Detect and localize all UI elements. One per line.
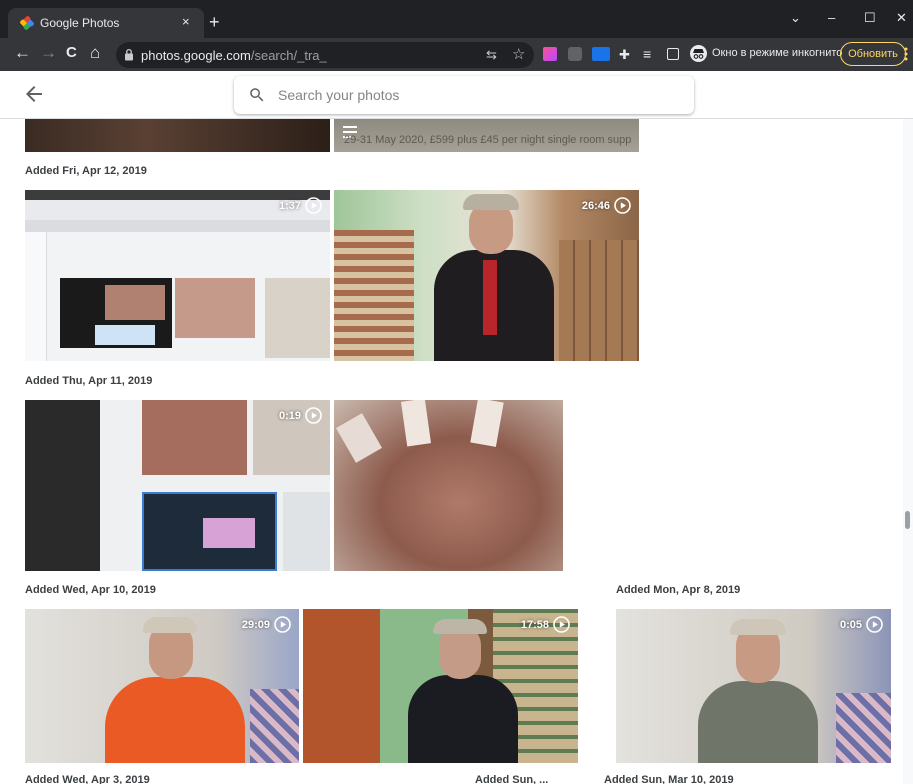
- video-duration: 0:19: [279, 407, 322, 424]
- play-icon: [553, 616, 570, 633]
- url-text: photos.google.com/search/_tra_: [141, 48, 327, 63]
- photo-thumbnail[interactable]: 29-31 May 2020, £599 plus £45 per night …: [334, 119, 639, 152]
- video-thumbnail[interactable]: 26:46: [334, 190, 639, 361]
- duration-text: 26:46: [581, 199, 610, 212]
- back-button[interactable]: ←: [14, 43, 31, 63]
- date-label: Added Thu, Apr 11, 2019: [25, 375, 153, 387]
- video-duration: 17:58: [521, 616, 570, 633]
- play-icon: [614, 197, 631, 214]
- date-label: Added Sun, Mar 10, 2019: [604, 774, 734, 784]
- tab-strip: Google Photos × + ⌄ – ☐ ✕: [0, 0, 913, 38]
- maximize-button[interactable]: ☐: [864, 10, 876, 26]
- video-thumbnail[interactable]: 0:19: [25, 400, 330, 571]
- bookmark-star-icon[interactable]: ☆: [512, 45, 525, 63]
- side-panel-icon[interactable]: [667, 48, 679, 60]
- duration-text: 0:19: [278, 409, 301, 422]
- photo-thumbnail[interactable]: [25, 119, 330, 152]
- update-button[interactable]: Обновить: [840, 42, 906, 66]
- close-window-button[interactable]: ✕: [896, 10, 907, 26]
- browser-toolbar: ← → C ⌂ photos.google.com/search/_tra_ ⇆…: [0, 38, 913, 71]
- reading-list-icon[interactable]: ≡: [643, 46, 651, 62]
- translate-icon[interactable]: ⇆: [486, 47, 497, 63]
- photo-thumbnail[interactable]: [334, 400, 563, 571]
- extensions-puzzle-icon[interactable]: ✚: [619, 47, 630, 63]
- duration-text: 0:05: [839, 618, 862, 631]
- app-header: [0, 71, 913, 119]
- duration-text: 1:37: [278, 199, 301, 212]
- tab-search-chevron-icon[interactable]: ⌄: [790, 10, 801, 26]
- date-label: Added Fri, Apr 12, 2019: [25, 165, 147, 177]
- browser-window: Google Photos × + ⌄ – ☐ ✕ ← → C ⌂ photos…: [0, 0, 913, 784]
- url-path: /search/_tra_: [250, 48, 327, 63]
- back-arrow-icon[interactable]: [22, 82, 46, 106]
- incognito-label: Окно в режиме инкогнито: [712, 47, 843, 59]
- address-bar[interactable]: photos.google.com/search/_tra_ ⇆ ☆: [116, 42, 534, 68]
- forward-button[interactable]: →: [40, 43, 57, 63]
- duration-text: 29:09: [241, 618, 270, 631]
- video-duration: 0:05: [840, 616, 883, 633]
- date-label: Added Sun, ...: [475, 774, 549, 784]
- minimize-button[interactable]: –: [828, 10, 835, 25]
- home-button[interactable]: ⌂: [90, 43, 100, 63]
- google-photos-icon: [20, 16, 34, 30]
- video-thumbnail[interactable]: 1:37: [25, 190, 330, 361]
- video-thumbnail[interactable]: 0:05: [616, 609, 891, 763]
- lock-icon: [125, 48, 133, 61]
- video-duration: 29:09: [242, 616, 291, 633]
- video-duration: 26:46: [582, 197, 631, 214]
- photos-page: 29-31 May 2020, £599 plus £45 per night …: [0, 71, 913, 784]
- reload-button[interactable]: C: [66, 43, 77, 63]
- camera-extension-icon[interactable]: [568, 47, 582, 61]
- date-label: Added Wed, Apr 3, 2019: [25, 774, 150, 784]
- extension-badge-icon[interactable]: [592, 47, 610, 61]
- tab-title: Google Photos: [40, 16, 120, 30]
- video-duration: 1:37: [279, 197, 322, 214]
- search-box[interactable]: [234, 76, 694, 114]
- search-input[interactable]: [278, 82, 678, 108]
- url-host: photos.google.com: [141, 48, 251, 63]
- video-thumbnail[interactable]: 29:09: [25, 609, 299, 763]
- date-label: Added Wed, Apr 10, 2019: [25, 584, 156, 596]
- date-label: Added Mon, Apr 8, 2019: [616, 584, 741, 596]
- scrollbar-track[interactable]: [903, 119, 913, 784]
- play-icon: [866, 616, 883, 633]
- new-tab-button[interactable]: +: [209, 13, 220, 31]
- play-icon: [305, 407, 322, 424]
- play-icon: [274, 616, 291, 633]
- play-icon: [305, 197, 322, 214]
- photo-caption: 29-31 May 2020, £599 plus £45 per night …: [344, 134, 632, 146]
- tab-close-icon[interactable]: ×: [182, 14, 190, 29]
- search-icon: [250, 88, 264, 102]
- scrollbar-thumb[interactable]: [905, 511, 910, 529]
- duration-text: 17:58: [520, 618, 549, 631]
- incognito-icon[interactable]: [690, 45, 707, 62]
- menu-kebab-icon[interactable]: [903, 46, 909, 62]
- video-thumbnail[interactable]: 17:58: [303, 609, 578, 763]
- tab-google-photos[interactable]: Google Photos ×: [8, 8, 204, 38]
- extension-pink-icon[interactable]: [543, 47, 557, 61]
